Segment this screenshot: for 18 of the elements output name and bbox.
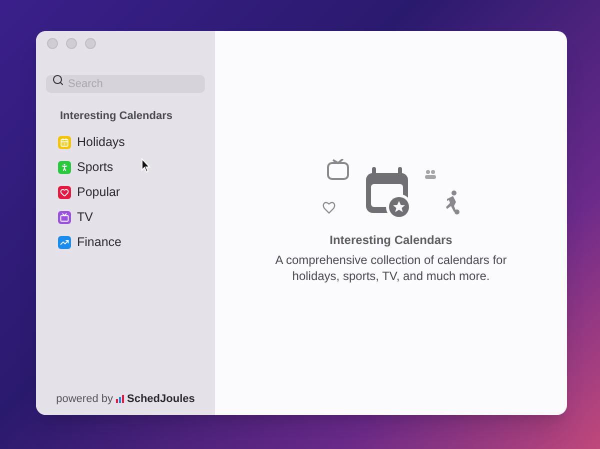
sidebar-item[interactable]: Finance: [46, 232, 205, 252]
powered-by-text: powered by: [56, 392, 113, 406]
mouse-cursor-icon: [141, 158, 151, 173]
logo-icon: [116, 394, 124, 403]
sidebar-item[interactable]: TV: [46, 208, 205, 226]
empty-state-title: Interesting Calendars: [330, 232, 452, 249]
sidebar-item[interactable]: Popular: [46, 182, 205, 202]
item-label: Finance: [77, 234, 122, 251]
brand-name: SchedJoules: [127, 392, 195, 406]
item-label: Popular: [77, 184, 120, 201]
item-label: TV: [77, 208, 93, 226]
section-heading: Interesting Calendars: [59, 109, 174, 124]
sidebar-item[interactable]: Holidays: [46, 132, 205, 152]
search-icon: [52, 74, 64, 86]
item-label: Holidays: [77, 134, 125, 151]
sidebar-item[interactable]: Sports: [46, 158, 205, 176]
item-label: Sports: [77, 158, 114, 176]
empty-state-description: A comprehensive collection of calendars for holidays, sports, TV, and much more.: [275, 252, 507, 284]
